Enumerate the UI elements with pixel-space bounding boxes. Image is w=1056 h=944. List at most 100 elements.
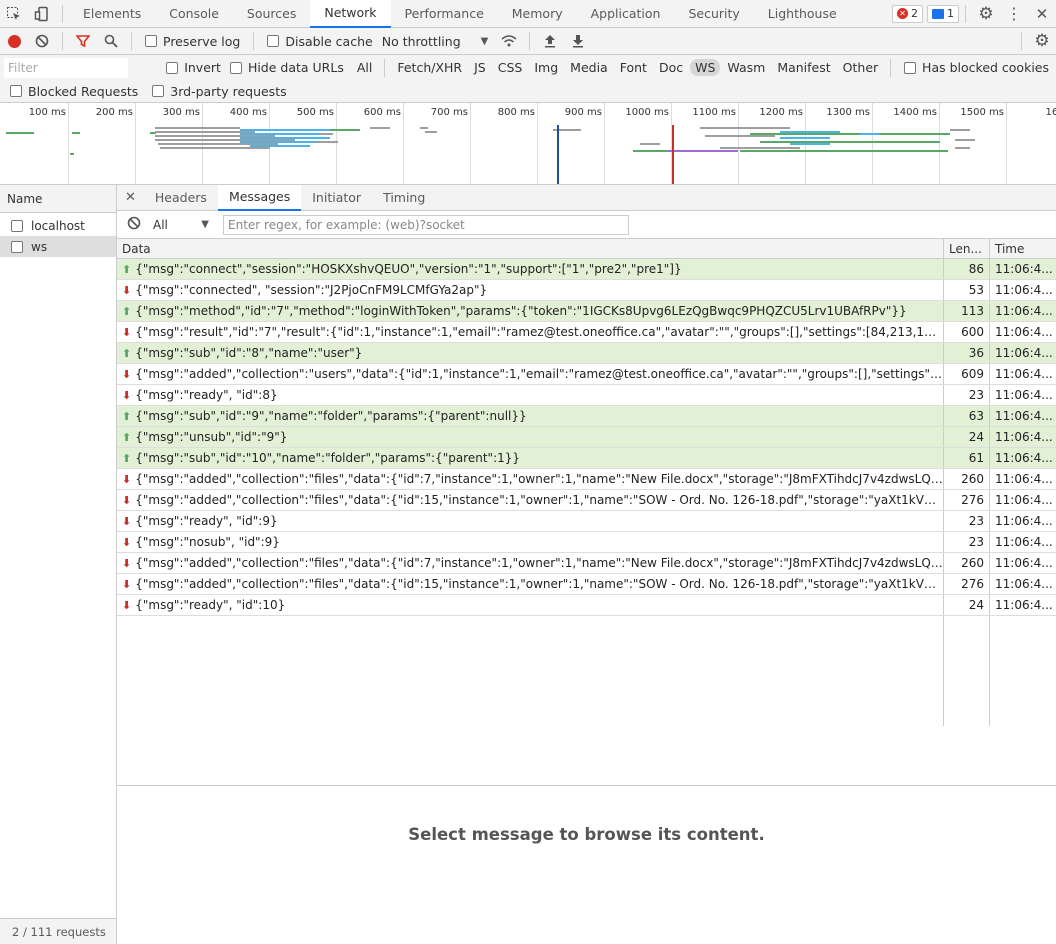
type-filter-wasm[interactable]: Wasm — [722, 59, 770, 76]
hide-data-urls-checkbox[interactable]: Hide data URLs — [229, 60, 344, 75]
invert-checkbox[interactable]: Invert — [166, 60, 221, 75]
message-time: 11:06:4... — [995, 577, 1053, 591]
type-filter-all[interactable]: All — [352, 59, 378, 76]
type-filter-img[interactable]: Img — [529, 59, 563, 76]
settings-gear-icon[interactable]: ⚙ — [972, 0, 1000, 28]
network-settings-gear-icon[interactable]: ⚙ — [1028, 27, 1056, 55]
message-time: 11:06:4... — [995, 451, 1053, 465]
tab-sources[interactable]: Sources — [233, 0, 310, 28]
type-filter-js[interactable]: JS — [469, 59, 491, 76]
close-detail-icon[interactable]: ✕ — [117, 185, 144, 211]
filler-cell — [944, 616, 990, 726]
search-icon[interactable] — [97, 27, 125, 55]
clear-icon[interactable] — [28, 27, 56, 55]
message-row[interactable]: ⬇ {"msg":"ready", "id":8} 23 11:06:4... — [117, 385, 1056, 406]
message-time: 11:06:4... — [995, 325, 1053, 339]
message-data: {"msg":"added","collection":"files","dat… — [135, 493, 943, 507]
inspect-element-icon[interactable] — [0, 0, 28, 28]
device-toolbar-icon[interactable] — [28, 0, 56, 28]
tab-elements[interactable]: Elements — [69, 0, 155, 28]
filter-funnel-icon[interactable] — [69, 27, 97, 55]
message-type-select[interactable]: All ▼ — [153, 218, 209, 232]
message-row[interactable]: ⬇ {"msg":"ready", "id":9} 23 11:06:4... — [117, 511, 1056, 532]
blocked-requests-checkbox[interactable]: Blocked Requests — [10, 84, 138, 99]
column-header-time[interactable]: Time — [990, 239, 1056, 258]
tab-memory[interactable]: Memory — [498, 0, 577, 28]
column-header-length[interactable]: Len... — [944, 239, 990, 258]
network-overview-timeline[interactable]: 100 ms 200 ms 300 ms 400 ms 500 ms 600 ms 700 … — [0, 103, 1056, 185]
error-count-badge[interactable]: ✕ 2 — [892, 4, 923, 23]
message-row[interactable]: ⬇ {"msg":"added","collection":"files","da… — [117, 469, 1056, 490]
message-data: {"msg":"added","collection":"files","dat… — [135, 556, 943, 570]
tab-console[interactable]: Console — [155, 0, 233, 28]
message-row[interactable]: ⬇ {"msg":"connected", "session":"J2PjoCnF… — [117, 280, 1056, 301]
type-filter-other[interactable]: Other — [838, 59, 884, 76]
detail-tab-initiator[interactable]: Initiator — [301, 185, 372, 211]
column-header-data[interactable]: Data — [117, 239, 944, 258]
message-length: 23 — [944, 385, 990, 405]
message-length: 24 — [944, 595, 990, 615]
preserve-log-checkbox[interactable]: Preserve log — [145, 34, 240, 49]
tab-lighthouse[interactable]: Lighthouse — [754, 0, 851, 28]
disable-cache-checkbox[interactable]: Disable cache — [267, 34, 373, 49]
message-row[interactable]: ⬆ {"msg":"sub","id":"8","name":"user"} 36 1… — [117, 343, 1056, 364]
message-regex-input[interactable]: Enter regex, for example: (web)?socket — [223, 214, 629, 235]
type-filter-font[interactable]: Font — [615, 59, 652, 76]
message-length: 61 — [944, 448, 990, 468]
message-row[interactable]: ⬇ {"msg":"added","collection":"users","da… — [117, 364, 1056, 385]
request-row-ws[interactable]: ws — [0, 236, 116, 257]
export-har-icon[interactable] — [564, 27, 592, 55]
request-count-status: 2 / 111 requests — [0, 918, 116, 944]
type-filter-css[interactable]: CSS — [493, 59, 528, 76]
message-row[interactable]: ⬆ {"msg":"unsub","id":"9"} 24 11:06:4... — [117, 427, 1056, 448]
tab-application[interactable]: Application — [577, 0, 675, 28]
name-column-header[interactable]: Name — [0, 185, 116, 213]
message-time: 11:06:4... — [995, 262, 1053, 276]
has-blocked-cookies-checkbox[interactable]: Has blocked cookies — [904, 60, 1049, 75]
throttling-select[interactable]: No throttling ▼ — [382, 34, 489, 49]
type-filter-manifest[interactable]: Manifest — [772, 59, 835, 76]
checkbox-box[interactable] — [229, 61, 242, 74]
filter-input[interactable]: Filter — [4, 57, 129, 78]
detail-tabs: ✕ Headers Messages Initiator Timing — [117, 184, 1056, 211]
more-options-icon[interactable]: ⋮ — [1000, 0, 1028, 28]
message-row[interactable]: ⬆ {"msg":"connect","session":"HOSKXshvQEU… — [117, 259, 1056, 280]
request-row-localhost[interactable]: localhost — [0, 215, 116, 236]
message-length: 609 — [944, 364, 990, 384]
checkbox-box[interactable] — [904, 61, 917, 74]
tab-security[interactable]: Security — [674, 0, 753, 28]
close-devtools-icon[interactable]: ✕ — [1028, 0, 1056, 28]
message-row[interactable]: ⬇ {"msg":"added","collection":"files","da… — [117, 490, 1056, 511]
third-party-requests-checkbox[interactable]: 3rd-party requests — [152, 84, 287, 99]
type-filter-doc[interactable]: Doc — [654, 59, 688, 76]
checkbox-box[interactable] — [166, 61, 179, 74]
type-filter-fetch-xhr[interactable]: Fetch/XHR — [392, 59, 467, 76]
message-row[interactable]: ⬇ {"msg":"result","id":"7","result":{"id"… — [117, 322, 1056, 343]
network-conditions-icon[interactable] — [495, 27, 523, 55]
message-row[interactable]: ⬆ {"msg":"sub","id":"10","name":"folder",… — [117, 448, 1056, 469]
detail-tab-messages[interactable]: Messages — [217, 184, 302, 211]
message-row[interactable]: ⬆ {"msg":"method","id":"7","method":"logi… — [117, 301, 1056, 322]
clear-messages-icon[interactable] — [127, 216, 141, 233]
checkbox-box[interactable] — [10, 85, 22, 97]
checkbox-box[interactable] — [267, 35, 280, 47]
detail-tab-headers[interactable]: Headers — [144, 185, 218, 211]
message-row[interactable]: ⬇ {"msg":"nosub", "id":9} 23 11:06:4... — [117, 532, 1056, 553]
sent-arrow-icon: ⬆ — [122, 451, 132, 465]
message-row[interactable]: ⬇ {"msg":"added","collection":"files","da… — [117, 553, 1056, 574]
message-count-badge[interactable]: 1 — [927, 4, 959, 23]
tab-performance[interactable]: Performance — [391, 0, 498, 28]
filter-bar-row2: Blocked Requests 3rd-party requests — [0, 80, 1056, 103]
detail-tab-timing[interactable]: Timing — [372, 185, 436, 211]
message-row[interactable]: ⬇ {"msg":"added","collection":"files","da… — [117, 574, 1056, 595]
checkbox-box[interactable] — [145, 35, 157, 47]
type-filter-ws[interactable]: WS — [690, 59, 721, 76]
received-arrow-icon: ⬇ — [122, 325, 132, 339]
record-icon[interactable] — [0, 27, 28, 55]
tab-network[interactable]: Network — [310, 0, 391, 28]
import-har-icon[interactable] — [536, 27, 564, 55]
message-row[interactable]: ⬆ {"msg":"sub","id":"9","name":"folder","… — [117, 406, 1056, 427]
type-filter-media[interactable]: Media — [565, 59, 613, 76]
message-row[interactable]: ⬇ {"msg":"ready", "id":10} 24 11:06:4... — [117, 595, 1056, 616]
checkbox-box[interactable] — [152, 85, 165, 97]
